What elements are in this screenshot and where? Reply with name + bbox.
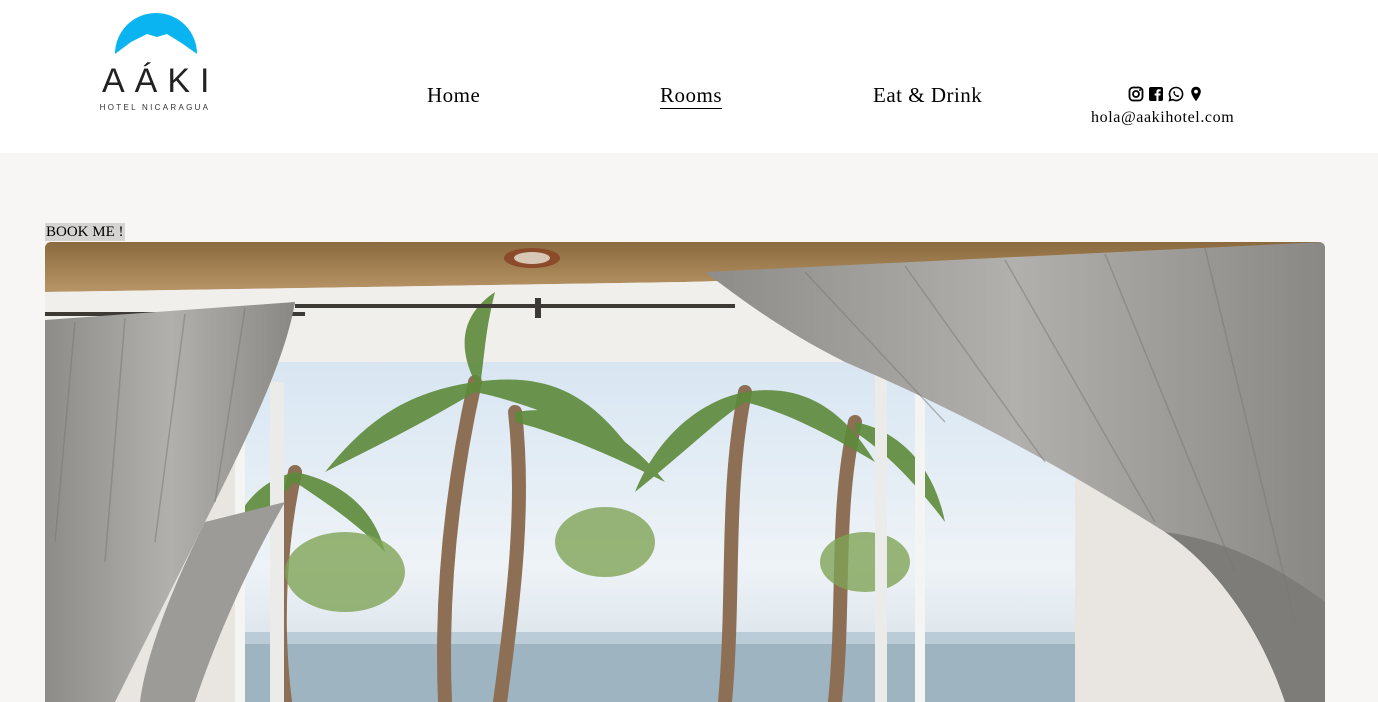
nav-home[interactable]: Home <box>427 82 480 108</box>
nav-rooms[interactable]: Rooms <box>660 82 723 109</box>
nav-eat-drink[interactable]: Eat & Drink <box>873 82 982 108</box>
whatsapp-icon[interactable] <box>1168 86 1184 102</box>
room-photo <box>45 242 1325 702</box>
instagram-icon[interactable] <box>1128 86 1144 102</box>
site-header: AÁKI HOTEL NICARAGUA Home Rooms Eat & Dr… <box>0 0 1378 153</box>
contact-email[interactable]: hola@aakihotel.com <box>1091 109 1234 127</box>
logo-subtitle: HOTEL NICARAGUA <box>99 103 211 112</box>
logo-wordmark: AÁKI <box>102 62 220 100</box>
logo-mountain-icon <box>115 13 197 54</box>
hotel-logo[interactable]: AÁKI HOTEL NICARAGUA <box>96 4 214 112</box>
map-pin-icon[interactable] <box>1188 86 1204 102</box>
social-links <box>1128 86 1204 102</box>
facebook-icon[interactable] <box>1148 86 1164 102</box>
room-photo-image <box>45 242 1325 702</box>
book-me-link[interactable]: BOOK ME ! <box>45 223 125 241</box>
